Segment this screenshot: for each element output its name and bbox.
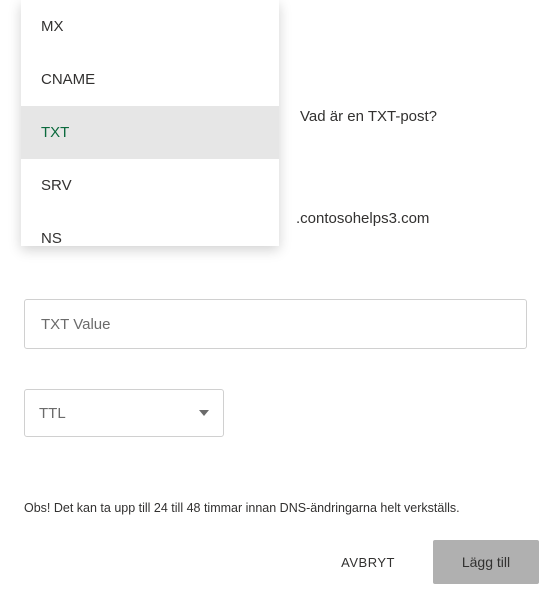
record-type-option-cname[interactable]: CNAME <box>21 53 279 106</box>
cancel-button[interactable]: AVBRYT <box>331 541 405 584</box>
action-buttons: AVBRYT Lägg till <box>0 540 551 584</box>
record-type-dropdown[interactable]: MX CNAME TXT SRV NS <box>21 0 279 246</box>
record-type-option-mx[interactable]: MX <box>21 0 279 53</box>
record-type-option-srv[interactable]: SRV <box>21 159 279 212</box>
domain-suffix-label: .contosohelps3.com <box>296 210 429 227</box>
record-type-option-txt[interactable]: TXT <box>21 106 279 159</box>
record-type-option-list[interactable]: MX CNAME TXT SRV NS <box>21 0 279 246</box>
dns-propagation-notice: Obs! Det kan ta upp till 24 till 48 timm… <box>24 501 460 515</box>
ttl-select-label: TTL <box>39 405 66 422</box>
record-type-option-ns[interactable]: NS <box>21 212 279 246</box>
chevron-down-icon <box>199 410 209 416</box>
ttl-select[interactable]: TTL <box>24 389 224 437</box>
txt-help-link[interactable]: Vad är en TXT-post? <box>300 108 437 125</box>
txt-value-input[interactable] <box>24 299 527 349</box>
submit-button[interactable]: Lägg till <box>433 540 539 584</box>
